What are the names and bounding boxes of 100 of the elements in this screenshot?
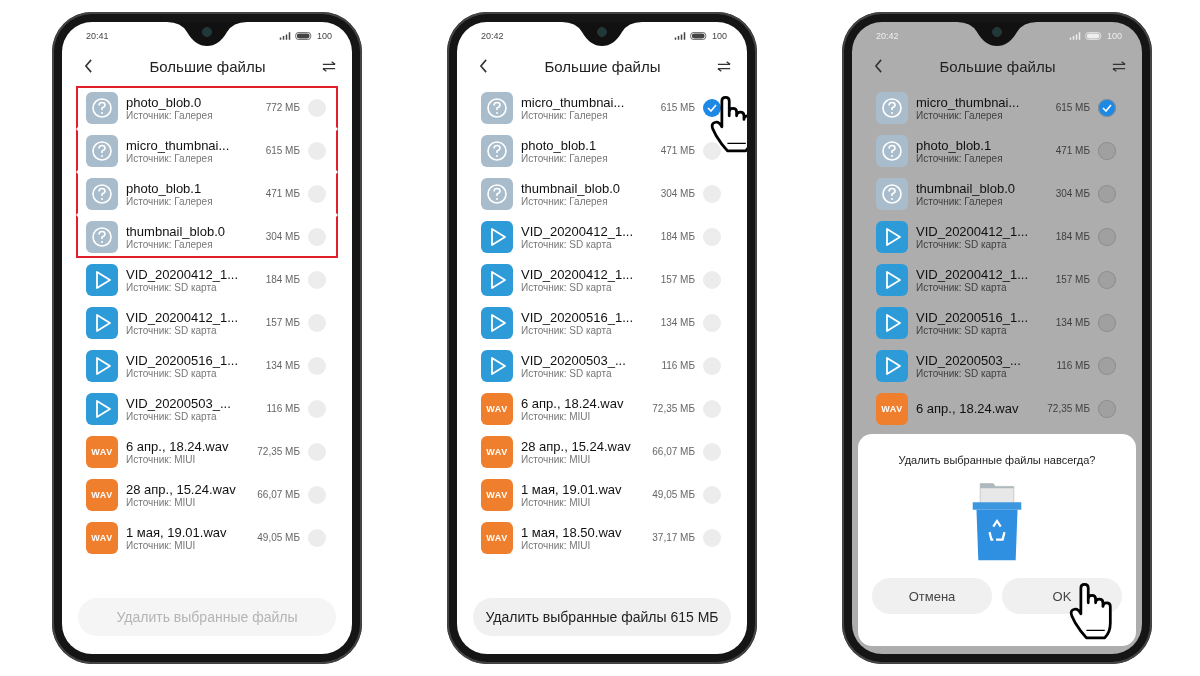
file-row[interactable]: micro_thumbnai... Источник: Галерея 615 МБ: [866, 86, 1128, 129]
file-row[interactable]: VID_20200516_1... Источник: SD карта 134 МБ: [76, 344, 338, 387]
file-size: 184 МБ: [1055, 231, 1090, 242]
unknown-file-icon: [86, 91, 118, 124]
file-size: 184 МБ: [265, 274, 300, 285]
video-file-icon: [876, 220, 908, 253]
video-file-icon: [481, 263, 513, 296]
video-file-icon: [481, 349, 513, 382]
file-size: 66,07 МБ: [652, 446, 695, 457]
file-row[interactable]: WAV 1 мая, 18.50.wav Источник: MIUI 37,17 МБ: [471, 516, 733, 559]
sort-icon[interactable]: [322, 60, 336, 72]
checkbox[interactable]: [1098, 184, 1116, 203]
battery-icon: [689, 32, 708, 40]
file-name: VID_20200412_1...: [126, 266, 240, 282]
file-size: 615 МБ: [265, 145, 300, 156]
delete-button[interactable]: Удалить выбранные файлы 615 МБ: [473, 598, 731, 636]
battery-icon: [1084, 32, 1103, 40]
file-name: VID_20200412_1...: [916, 223, 1030, 239]
file-row[interactable]: micro_thumbnai... Источник: Галерея 615 МБ: [76, 129, 338, 172]
checkbox[interactable]: [1098, 227, 1116, 246]
file-row[interactable]: photo_blob.1 Источник: Галерея 471 МБ: [76, 172, 338, 215]
video-file-icon: [86, 306, 118, 339]
checkbox[interactable]: [1098, 141, 1116, 160]
file-size: 72,35 МБ: [1047, 403, 1090, 414]
file-name: VID_20200516_1...: [916, 309, 1030, 325]
file-name: 1 мая, 19.01.wav: [126, 524, 228, 540]
file-size: 49,05 МБ: [257, 532, 300, 543]
signal-icon: [278, 32, 291, 40]
file-size: 304 МБ: [660, 188, 695, 199]
battery-icon: [294, 32, 313, 40]
file-source: Источник: SD карта: [916, 324, 1007, 336]
checkbox[interactable]: [1098, 356, 1116, 375]
file-row[interactable]: VID_20200412_1... Источник: SD карта 157 МБ: [866, 258, 1128, 301]
file-row[interactable]: thumbnail_blob.0 Источник: Галерея 304 МБ: [866, 172, 1128, 215]
checkbox[interactable]: [1098, 270, 1116, 289]
back-icon[interactable]: [874, 59, 883, 73]
file-source: Источник: SD карта: [126, 324, 217, 336]
file-source: Источник: MIUI: [521, 453, 592, 465]
file-row[interactable]: VID_20200412_1... Источник: SD карта 157 МБ: [76, 301, 338, 344]
file-name: VID_20200412_1...: [521, 223, 635, 239]
file-name: photo_blob.1: [521, 137, 598, 153]
file-name: thumbnail_blob.0: [916, 180, 1017, 196]
file-source: Источник: SD карта: [916, 367, 1007, 379]
file-source: Источник: MIUI: [126, 453, 197, 465]
file-row[interactable]: photo_blob.0 Источник: Галерея 772 МБ: [76, 86, 338, 129]
screen-title: Большие файлы: [939, 57, 1056, 75]
checkbox[interactable]: [1098, 313, 1116, 332]
file-source: Источник: Галерея: [126, 195, 214, 207]
file-source: Источник: Галерея: [916, 152, 1004, 164]
file-row[interactable]: VID_20200503_... Источник: SD карта 116 МБ: [471, 344, 733, 387]
checkbox[interactable]: [703, 141, 721, 160]
file-name: VID_20200503_...: [916, 352, 1022, 368]
audio-file-badge: WAV: [481, 435, 513, 468]
checkmark-icon: [1102, 103, 1112, 112]
sort-icon[interactable]: [717, 60, 731, 72]
file-row[interactable]: WAV 6 апр., 18.24.wav Источник: MIUI 72,35 МБ: [471, 387, 733, 430]
file-row[interactable]: VID_20200412_1... Источник: SD карта 184 МБ: [866, 215, 1128, 258]
dialog-button[interactable]: Отмена: [872, 578, 992, 614]
file-row[interactable]: WAV 6 апр., 18.24.wav Источник: MIUI 72,35 МБ: [76, 430, 338, 473]
file-size: 304 МБ: [265, 231, 300, 242]
file-row[interactable]: WAV 28 апр., 15.24.wav Источник: MIUI 66,07 МБ: [471, 430, 733, 473]
file-row[interactable]: VID_20200503_... Источник: SD карта 116 МБ: [76, 387, 338, 430]
file-row[interactable]: WAV 1 мая, 19.01.wav Источник: MIUI 49,05 МБ: [471, 473, 733, 516]
file-row[interactable]: VID_20200412_1... Источник: SD карта 184 МБ: [471, 215, 733, 258]
file-row[interactable]: photo_blob.1 Источник: Галерея 471 МБ: [866, 129, 1128, 172]
file-row[interactable]: VID_20200503_... Источник: SD карта 116 МБ: [866, 344, 1128, 387]
checkbox[interactable]: [1098, 399, 1116, 418]
file-size: 184 МБ: [660, 231, 695, 242]
file-row[interactable]: VID_20200412_1... Источник: SD карта 184 МБ: [76, 258, 338, 301]
video-file-icon: [86, 349, 118, 382]
unknown-file-icon: [86, 177, 118, 210]
screen-title: Большие файлы: [544, 57, 661, 75]
file-size: 772 МБ: [265, 102, 300, 113]
file-size: 72,35 МБ: [257, 446, 300, 457]
file-source: Источник: SD карта: [521, 324, 612, 336]
file-row[interactable]: WAV 28 апр., 15.24.wav Источник: MIUI 66,07 МБ: [76, 473, 338, 516]
file-size: 157 МБ: [1055, 274, 1090, 285]
file-size: 66,07 МБ: [257, 489, 300, 500]
file-source: Источник: SD карта: [126, 367, 217, 379]
status-time: 20:42: [481, 31, 504, 41]
file-row[interactable]: thumbnail_blob.0 Источник: Галерея 304 МБ: [471, 172, 733, 215]
file-row[interactable]: VID_20200412_1... Источник: SD карта 157 МБ: [471, 258, 733, 301]
checkbox[interactable]: [703, 98, 721, 117]
sort-icon[interactable]: [1112, 60, 1126, 72]
back-icon[interactable]: [84, 59, 93, 73]
file-name: thumbnail_blob.0: [521, 180, 622, 196]
file-source: Источник: Галерея: [126, 152, 213, 164]
file-source: Источник: Галерея: [126, 109, 214, 121]
checkbox[interactable]: [1098, 98, 1116, 117]
audio-file-badge: WAV: [86, 478, 118, 511]
file-row[interactable]: VID_20200516_1... Источник: SD карта 134 МБ: [866, 301, 1128, 344]
file-row[interactable]: WAV 6 апр., 18.24.wav 72,35 МБ: [866, 387, 1128, 430]
file-name: 6 апр., 18.24.wav: [126, 438, 230, 454]
file-row[interactable]: thumbnail_blob.0 Источник: Галерея 304 МБ: [76, 215, 338, 258]
back-icon[interactable]: [479, 59, 488, 73]
file-name: 1 мая, 18.50.wav: [521, 524, 623, 540]
file-row[interactable]: WAV 1 мая, 19.01.wav Источник: MIUI 49,05 МБ: [76, 516, 338, 559]
signal-icon: [673, 32, 686, 40]
status-time: 20:42: [876, 31, 899, 41]
file-row[interactable]: VID_20200516_1... Источник: SD карта 134 МБ: [471, 301, 733, 344]
